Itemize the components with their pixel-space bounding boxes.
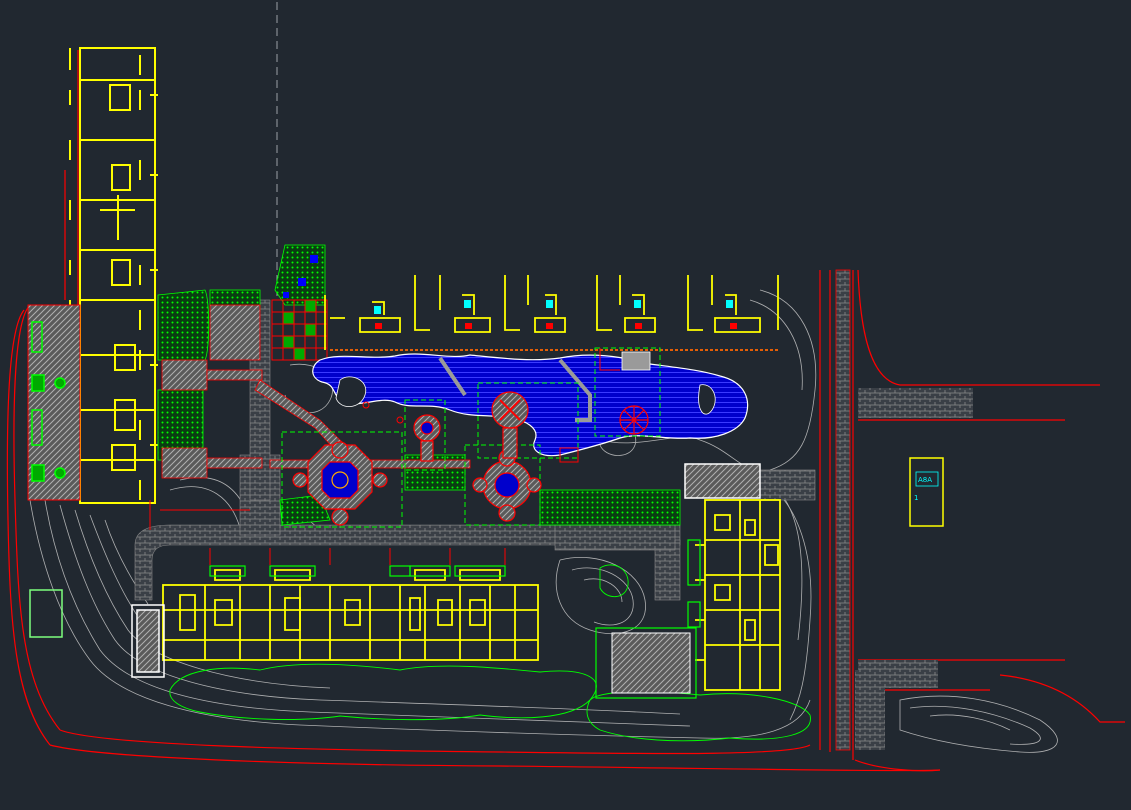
main-road-paving <box>835 269 851 751</box>
pavilion-box <box>621 351 651 371</box>
parking-markers <box>374 300 733 314</box>
building-west-tower <box>69 47 158 504</box>
parking-red-markers <box>375 323 737 329</box>
building-east-block <box>695 499 781 691</box>
building-tag-index: 1 <box>914 494 918 502</box>
utility-box <box>29 589 63 638</box>
building-tag-code: A8A <box>918 476 932 484</box>
building-east-balconies <box>687 539 701 628</box>
building-east-roof <box>684 463 761 499</box>
plaza-circle-small <box>413 414 441 462</box>
site-plan-drawing: A8A 1 <box>6 2 1125 772</box>
entry-garden-grid <box>271 299 328 361</box>
plaza-circle-east <box>472 449 542 522</box>
stair-structure <box>131 604 165 678</box>
south-court-paving <box>611 632 691 694</box>
building-tag: A8A 1 <box>909 457 944 527</box>
parking-row <box>324 275 780 351</box>
building-south-block <box>162 569 539 661</box>
water-feature <box>312 353 749 457</box>
side-road-paving-1 <box>858 388 973 418</box>
cad-canvas[interactable]: A8A 1 <box>0 0 1131 810</box>
building-south-entries <box>209 548 506 565</box>
side-road-paving-3 <box>855 670 885 750</box>
plaza-circle-north <box>491 391 529 459</box>
gazebo <box>619 405 649 435</box>
